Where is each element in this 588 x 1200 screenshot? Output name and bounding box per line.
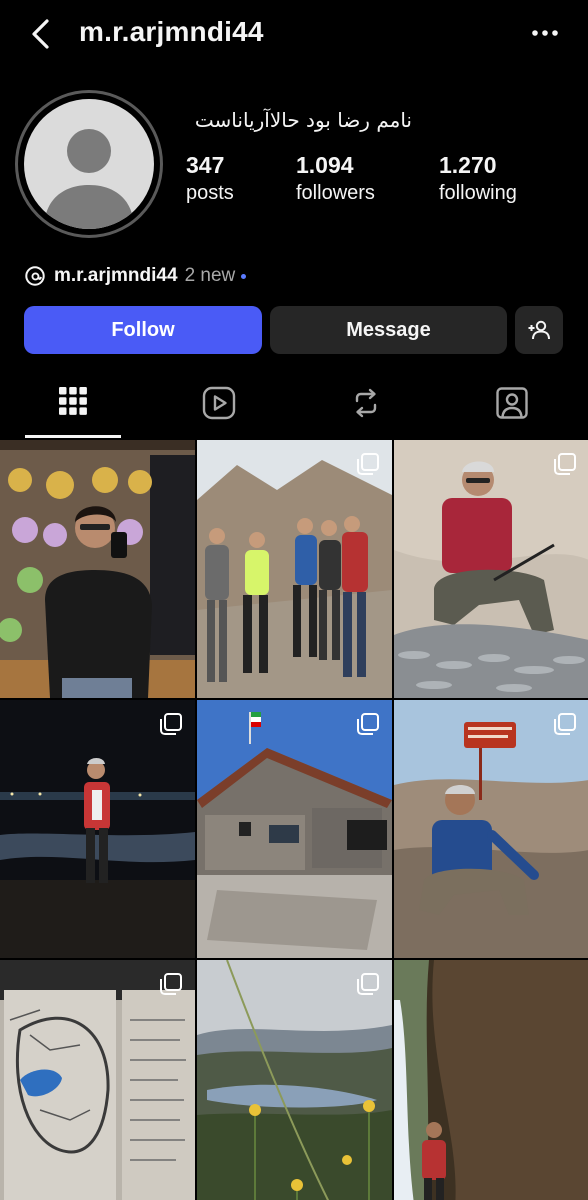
threads-icon	[25, 266, 45, 286]
add-person-icon	[528, 320, 550, 340]
profile-display-name: نامم رضا بود حالاآریاناست	[194, 108, 412, 132]
post-thumbnail[interactable]	[0, 440, 195, 698]
post-image	[0, 700, 195, 958]
posts-label: posts	[186, 182, 234, 204]
post-image	[0, 440, 195, 698]
following-stat[interactable]: 1.270 following	[439, 152, 517, 205]
tab-tagged[interactable]	[464, 380, 560, 438]
reposts-icon	[355, 388, 377, 418]
post-thumbnail[interactable]	[394, 700, 588, 958]
tab-reposts[interactable]	[318, 380, 414, 438]
post-thumbnail[interactable]	[394, 960, 588, 1200]
post-image	[394, 960, 588, 1200]
post-thumbnail[interactable]	[394, 440, 588, 698]
default-avatar-icon	[44, 129, 134, 229]
multiple-photos-icon	[160, 713, 182, 735]
threads-handle: m.r.arjmndi44	[54, 265, 178, 286]
threads-link[interactable]: m.r.arjmndi44 2 new	[24, 262, 247, 290]
followers-count: 1.094	[296, 152, 354, 178]
post-image	[197, 960, 392, 1200]
multiple-photos-icon	[160, 973, 182, 995]
tab-posts-grid[interactable]	[25, 380, 121, 438]
multiple-photos-icon	[554, 453, 576, 475]
back-arrow-icon[interactable]	[26, 16, 56, 52]
profile-tabs	[0, 380, 588, 438]
post-image	[394, 440, 588, 698]
avatar[interactable]	[24, 99, 154, 229]
multiple-photos-icon	[357, 713, 379, 735]
posts-stat[interactable]: 347 posts	[186, 152, 234, 205]
message-button[interactable]: Message	[270, 306, 507, 354]
post-image	[394, 700, 588, 958]
new-indicator-dot	[241, 273, 247, 279]
active-tab-indicator	[25, 435, 121, 438]
multiple-photos-icon	[357, 973, 379, 995]
more-options-icon[interactable]	[530, 26, 560, 40]
grid-icon	[59, 387, 87, 415]
post-thumbnail[interactable]	[197, 700, 392, 958]
posts-count: 347	[186, 152, 225, 178]
following-label: following	[439, 182, 517, 204]
followers-stat[interactable]: 1.094 followers	[296, 152, 375, 205]
post-image	[197, 700, 392, 958]
post-thumbnail[interactable]	[197, 440, 392, 698]
profile-username: m.r.arjmndi44	[79, 16, 264, 47]
tagged-icon	[496, 387, 528, 419]
suggested-accounts-button[interactable]	[515, 306, 563, 354]
multiple-photos-icon	[554, 713, 576, 735]
post-thumbnail[interactable]	[197, 960, 392, 1200]
following-count: 1.270	[439, 152, 497, 178]
top-bar: m.r.arjmndi44	[0, 0, 588, 70]
reels-icon	[202, 386, 236, 420]
follow-button[interactable]: Follow	[24, 306, 262, 354]
multiple-photos-icon	[357, 453, 379, 475]
tab-reels[interactable]	[171, 380, 267, 438]
threads-new-badge: 2 new	[184, 265, 236, 286]
post-thumbnail[interactable]	[0, 960, 195, 1200]
post-image	[0, 960, 195, 1200]
followers-label: followers	[296, 182, 375, 204]
post-thumbnail[interactable]	[0, 700, 195, 958]
post-image	[197, 440, 392, 698]
